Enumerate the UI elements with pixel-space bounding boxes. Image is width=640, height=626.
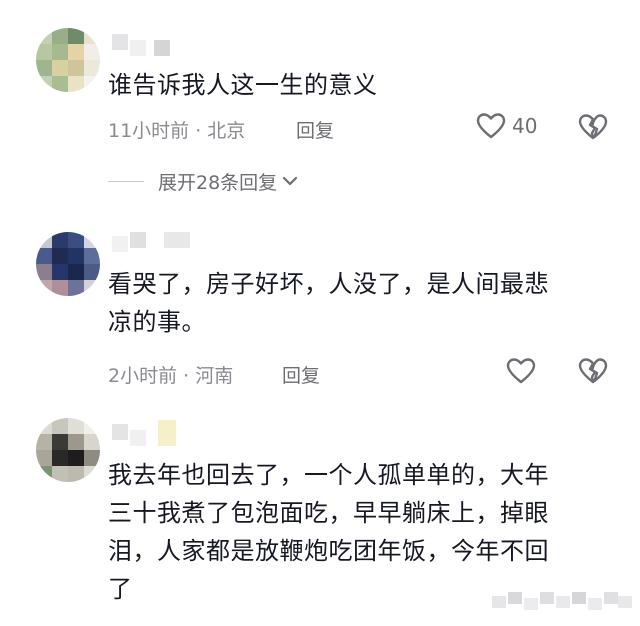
- broken-heart-icon: [578, 357, 608, 385]
- text-line: 泪，人家都是放鞭炮吃团年饭，今年不回: [108, 537, 549, 565]
- comment-text: 谁告诉我人这一生的意义: [108, 71, 378, 99]
- username[interactable]: [112, 420, 182, 446]
- text-line: 凉的事。: [108, 308, 206, 336]
- divider: [108, 181, 144, 182]
- dislike-button[interactable]: [578, 113, 608, 141]
- expand-replies-button[interactable]: 展开28条回复: [108, 168, 299, 195]
- dislike-button[interactable]: [578, 357, 608, 385]
- comment-meta: 2小时前 · 河南 回复: [108, 361, 320, 388]
- like-count: 40: [512, 114, 538, 138]
- text-line: 看哭了，房子好坏，人没了，是人间最悲: [108, 270, 549, 298]
- comment-meta: 11小时前 · 北京 回复: [108, 116, 334, 143]
- reply-button[interactable]: 回复: [296, 116, 334, 143]
- heart-outline-icon: [476, 112, 506, 140]
- chevron-down-icon: [281, 171, 299, 193]
- comment-text: 看哭了，房子好坏，人没了，是人间最悲 凉的事。: [108, 265, 608, 341]
- expand-label: 展开28条回复: [158, 172, 278, 194]
- text-line: 我去年也回去了，一个人孤单单的，大年: [108, 461, 549, 489]
- like-button[interactable]: [506, 357, 536, 385]
- time-location: 2小时前 · 河南: [108, 365, 234, 387]
- time-location: 11小时前 · 北京: [108, 120, 246, 142]
- watermark: [492, 590, 632, 614]
- username[interactable]: [112, 232, 198, 254]
- avatar[interactable]: [36, 232, 100, 296]
- text-line: 三十我煮了包泡面吃，早早躺床上，掉眼: [108, 499, 549, 527]
- broken-heart-icon: [578, 113, 608, 141]
- heart-outline-icon: [506, 357, 536, 385]
- reply-button[interactable]: 回复: [282, 361, 320, 388]
- like-button[interactable]: 40: [476, 112, 537, 140]
- avatar[interactable]: [36, 418, 100, 482]
- avatar[interactable]: [36, 28, 100, 92]
- comment-text: 我去年也回去了，一个人孤单单的，大年 三十我煮了包泡面吃，早早躺床上，掉眼 泪，…: [108, 456, 608, 608]
- username[interactable]: [112, 34, 182, 56]
